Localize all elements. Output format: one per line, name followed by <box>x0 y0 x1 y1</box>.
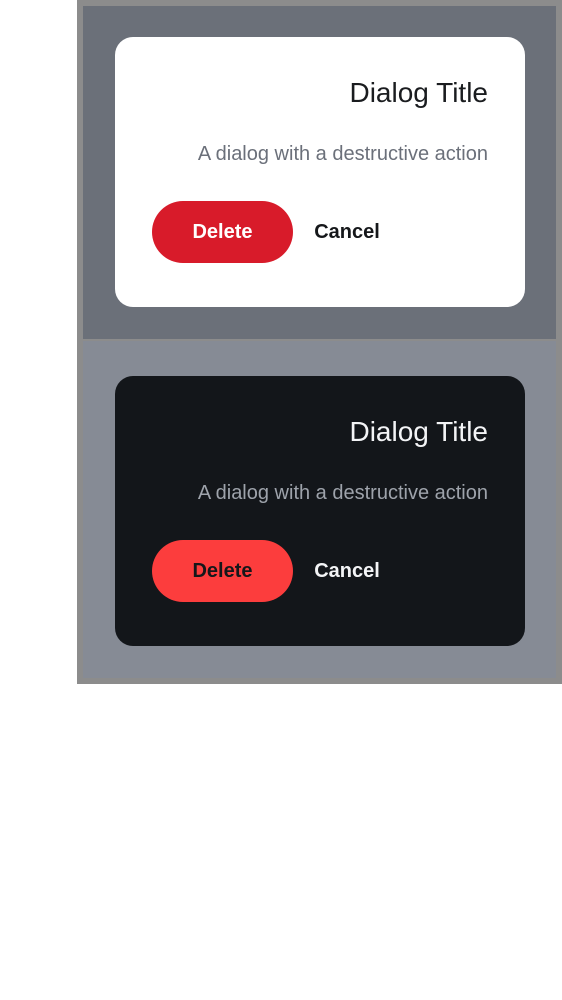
light-dialog: Dialog Title A dialog with a destructive… <box>115 37 525 307</box>
preview-frame: Dialog Title A dialog with a destructive… <box>77 0 562 684</box>
cancel-button[interactable]: Cancel <box>303 540 391 602</box>
delete-button[interactable]: Delete <box>152 201 293 263</box>
delete-button[interactable]: Delete <box>152 540 293 602</box>
dark-theme-backdrop: Dialog Title A dialog with a destructive… <box>83 341 556 678</box>
dark-dialog: Dialog Title A dialog with a destructive… <box>115 376 525 646</box>
light-theme-backdrop: Dialog Title A dialog with a destructive… <box>83 6 556 339</box>
dialog-title: Dialog Title <box>349 416 488 447</box>
cancel-button[interactable]: Cancel <box>303 201 391 263</box>
dialog-message: A dialog with a destructive action <box>197 482 488 504</box>
dialog-title: Dialog Title <box>349 77 488 108</box>
dialog-message: A dialog with a destructive action <box>197 143 488 165</box>
